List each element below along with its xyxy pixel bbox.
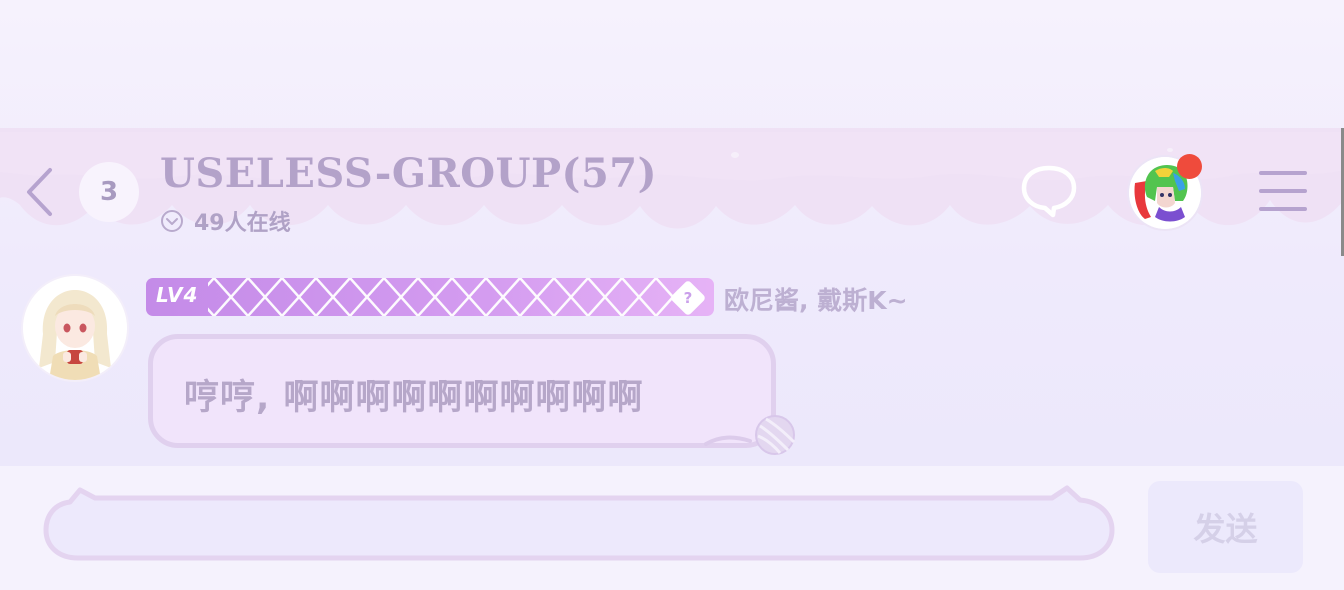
speech-bubble-icon	[1021, 165, 1077, 218]
message-text: 哼哼, 啊啊啊啊啊啊啊啊啊啊	[184, 378, 644, 418]
online-count-label: 49人在线	[194, 211, 291, 236]
level-label: LV4	[156, 283, 199, 307]
level-help-icon: ?	[683, 289, 693, 307]
message-input[interactable]	[70, 508, 1084, 550]
group-title: USELESS-GROUP(57)	[160, 150, 658, 197]
menu-button[interactable]	[1258, 168, 1308, 214]
online-status[interactable]: 49人在线	[160, 205, 291, 237]
back-button[interactable]	[20, 162, 60, 222]
notification-dot	[1177, 154, 1202, 179]
unread-count-badge[interactable]: 3	[79, 162, 139, 222]
level-badge-banner	[146, 278, 714, 316]
send-button[interactable]: 发送	[1148, 481, 1303, 573]
chat-screen: 3 USELESS-GROUP(57) 49人在线 LV4 ? 欧尼酱, 戴斯K…	[0, 0, 1344, 590]
anime-girl-avatar-image	[23, 276, 127, 380]
sender-name[interactable]: 欧尼酱, 戴斯K~	[724, 281, 908, 317]
yarn-ball-icon	[704, 415, 796, 455]
hamburger-menu-icon	[1259, 171, 1307, 211]
chat-bubble-button[interactable]	[1020, 163, 1078, 219]
chevron-down-circle-icon	[161, 210, 183, 232]
chevron-left-icon	[27, 168, 52, 216]
sender-avatar[interactable]	[23, 276, 127, 380]
